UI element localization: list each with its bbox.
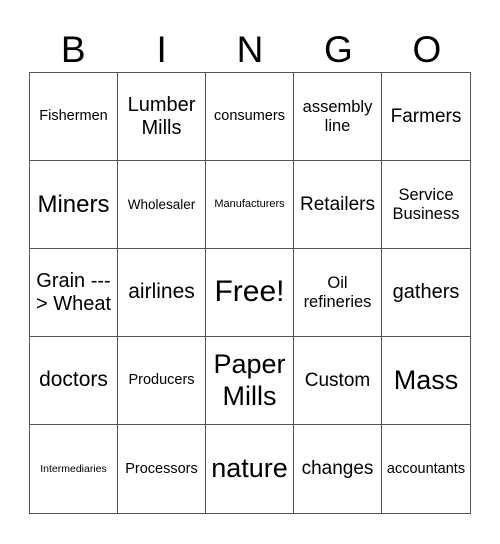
bingo-card: Fishermen Lumber Mills consumers assembl… (29, 72, 471, 514)
bingo-cell[interactable]: airlines (118, 249, 206, 337)
bingo-cell[interactable]: Manufacturers (206, 161, 294, 249)
bingo-cell[interactable]: Grain ---> Wheat (30, 249, 118, 337)
bingo-cell[interactable]: assembly line (294, 73, 382, 161)
bingo-cell[interactable]: Service Business (382, 161, 470, 249)
bingo-cell[interactable]: Producers (118, 337, 206, 425)
bingo-cell[interactable]: Intermediaries (30, 425, 118, 513)
bingo-cell[interactable]: Retailers (294, 161, 382, 249)
bingo-cell[interactable]: consumers (206, 73, 294, 161)
bingo-cell[interactable]: Oil refineries (294, 249, 382, 337)
bingo-cell[interactable]: Farmers (382, 73, 470, 161)
bingo-cell[interactable]: Paper Mills (206, 337, 294, 425)
header-letter-b: B (60, 29, 86, 70)
header-letter-i: I (156, 29, 167, 70)
bingo-cell[interactable]: nature (206, 425, 294, 513)
header-letter-o: O (412, 29, 442, 70)
bingo-cell[interactable]: accountants (382, 425, 470, 513)
header-letter-n: N (236, 29, 264, 70)
bingo-cell[interactable]: Mass (382, 337, 470, 425)
header-letter-g: G (324, 29, 353, 70)
bingo-cell[interactable]: Lumber Mills (118, 73, 206, 161)
bingo-cell[interactable]: Custom (294, 337, 382, 425)
free-space[interactable]: Free! (206, 249, 294, 337)
bingo-cell[interactable]: Miners (30, 161, 118, 249)
bingo-cell[interactable]: gathers (382, 249, 470, 337)
bingo-cell[interactable]: Processors (118, 425, 206, 513)
bingo-header: B I N G O (29, 28, 471, 72)
bingo-cell[interactable]: Wholesaler (118, 161, 206, 249)
bingo-cell[interactable]: changes (294, 425, 382, 513)
bingo-cell[interactable]: doctors (30, 337, 118, 425)
bingo-cell[interactable]: Fishermen (30, 73, 118, 161)
